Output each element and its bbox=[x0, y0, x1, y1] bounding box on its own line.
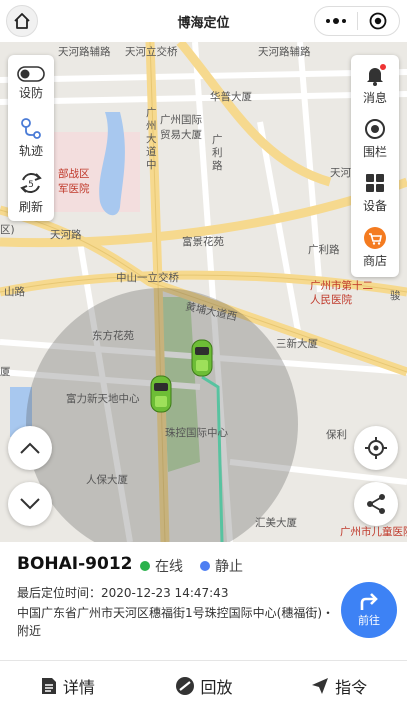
nav-details[interactable]: 详情 bbox=[0, 661, 136, 711]
map-label: 三新大厦 bbox=[276, 338, 318, 350]
chevron-down-icon bbox=[20, 498, 40, 510]
shop-button[interactable]: 商店 bbox=[351, 221, 399, 273]
map-label: 人民医院 bbox=[310, 294, 352, 306]
map-label: 天河立交桥 bbox=[125, 46, 178, 58]
device-label: 设备 bbox=[362, 198, 387, 213]
last-location-time: 最后定位时间：2020-12-23 14:47:43 bbox=[17, 586, 229, 600]
map-label: 东方花苑 bbox=[92, 330, 134, 342]
share-icon bbox=[367, 494, 385, 514]
map-label: 广州大道中 bbox=[146, 107, 157, 171]
nav-command[interactable]: 指令 bbox=[271, 661, 407, 711]
map-label: 天河路辅路 bbox=[58, 46, 111, 58]
device-info-card: BOHAI-9012 在线 静止 最后定位时间：2020-12-23 14:47… bbox=[0, 542, 407, 660]
cart-icon bbox=[364, 226, 386, 249]
document-icon bbox=[41, 678, 56, 694]
target-icon bbox=[369, 12, 387, 30]
map-label: 厦 bbox=[0, 366, 11, 378]
track-button[interactable]: 轨迹 bbox=[8, 113, 54, 161]
zoom-out-button[interactable] bbox=[8, 482, 52, 526]
turn-arrow-icon bbox=[360, 593, 378, 610]
map-label: 军医院 bbox=[58, 183, 90, 195]
left-tool-panel: 设防 轨迹 5 刷新 bbox=[8, 55, 54, 221]
map-label: 广利路 bbox=[308, 244, 340, 256]
crosshair-icon bbox=[365, 437, 387, 459]
map-label: 天河路辅路 bbox=[258, 46, 311, 58]
refresh-icon: 5 bbox=[20, 172, 42, 193]
more-menu-button[interactable] bbox=[315, 18, 357, 24]
arm-toggle-button[interactable]: 设防 bbox=[8, 59, 54, 107]
device-button[interactable]: 设备 bbox=[351, 167, 399, 217]
locate-button[interactable] bbox=[354, 426, 398, 470]
route-icon bbox=[21, 117, 41, 139]
nav-playback[interactable]: 回放 bbox=[136, 661, 272, 711]
close-mini-program-button[interactable] bbox=[357, 12, 399, 30]
device-grid-icon bbox=[366, 173, 384, 192]
map-label: 天河路 bbox=[50, 229, 82, 241]
playback-icon bbox=[175, 677, 194, 695]
device-name: BOHAI-9012 bbox=[17, 554, 133, 574]
send-icon bbox=[312, 678, 329, 694]
toggle-icon bbox=[17, 65, 45, 82]
motion-status-label: 静止 bbox=[215, 559, 243, 575]
nav-command-label: 指令 bbox=[335, 678, 368, 697]
motion-status: 静止 bbox=[200, 556, 243, 576]
arm-label: 设防 bbox=[18, 85, 43, 100]
nav-details-label: 详情 bbox=[62, 678, 95, 697]
fence-target-icon bbox=[365, 118, 385, 139]
map-label: 骏 bbox=[390, 290, 401, 302]
track-label: 轨迹 bbox=[18, 143, 43, 158]
fence-button[interactable]: 围栏 bbox=[351, 113, 399, 163]
map-label: 保利 bbox=[326, 429, 347, 441]
map-label: 贸易大厦 bbox=[160, 129, 202, 141]
map-label: 富景花苑 bbox=[182, 236, 224, 248]
nav-playback-label: 回放 bbox=[200, 678, 233, 697]
refresh-button[interactable]: 5 刷新 bbox=[8, 167, 54, 217]
device-address: 中国广东省广州市天河区穗福街1号珠控国际中心(穗福街)・附近 bbox=[17, 606, 335, 638]
map-label: 汇美大厦 bbox=[255, 517, 297, 529]
map-view[interactable]: 天河立交桥 天河路辅路 天河路辅路 华普大厦 广州国际 贸易大厦 广州大道中 广… bbox=[0, 42, 407, 542]
right-tool-panel: 消息 围栏 设备 商店 bbox=[351, 55, 399, 277]
message-label: 消息 bbox=[362, 90, 387, 105]
zoom-in-button[interactable] bbox=[8, 426, 52, 470]
map-label: 山路 bbox=[4, 286, 25, 298]
map-label: 区) bbox=[0, 224, 15, 236]
map-label: 广州国际 bbox=[160, 114, 202, 126]
car-marker[interactable] bbox=[149, 374, 173, 414]
map-label: 广州市儿童医院 bbox=[340, 526, 407, 538]
message-button[interactable]: 消息 bbox=[351, 59, 399, 109]
bell-icon bbox=[367, 63, 386, 86]
online-status: 在线 bbox=[140, 556, 183, 576]
online-status-label: 在线 bbox=[155, 559, 183, 575]
map-label: 华普大厦 bbox=[210, 91, 252, 103]
map-label: 部战区 bbox=[58, 168, 90, 180]
refresh-label: 刷新 bbox=[18, 199, 43, 214]
map-label: 天河 bbox=[330, 167, 351, 179]
map-label: 富力新天地中心 bbox=[66, 393, 140, 405]
navigate-button[interactable]: 前往 bbox=[341, 582, 397, 638]
map-label: 广州市第十二 bbox=[310, 280, 373, 292]
map-label: 人保大厦 bbox=[86, 474, 128, 486]
online-dot bbox=[140, 561, 150, 571]
car-marker[interactable] bbox=[190, 338, 214, 378]
share-button[interactable] bbox=[354, 482, 398, 526]
fence-label: 围栏 bbox=[362, 144, 387, 159]
map-label: 广利路 bbox=[212, 134, 223, 172]
mini-program-capsule bbox=[314, 6, 400, 36]
motion-dot bbox=[200, 561, 210, 571]
svg-text:5: 5 bbox=[28, 180, 34, 190]
shop-label: 商店 bbox=[362, 253, 387, 268]
chevron-up-icon bbox=[20, 442, 40, 454]
title-bar: 博海定位 bbox=[0, 0, 407, 42]
map-label: 中山一立交桥 bbox=[116, 272, 179, 284]
map-label: 珠控国际中心 bbox=[165, 427, 228, 439]
bottom-nav: 详情 回放 指令 bbox=[0, 660, 407, 711]
navigate-label: 前往 bbox=[358, 614, 380, 627]
